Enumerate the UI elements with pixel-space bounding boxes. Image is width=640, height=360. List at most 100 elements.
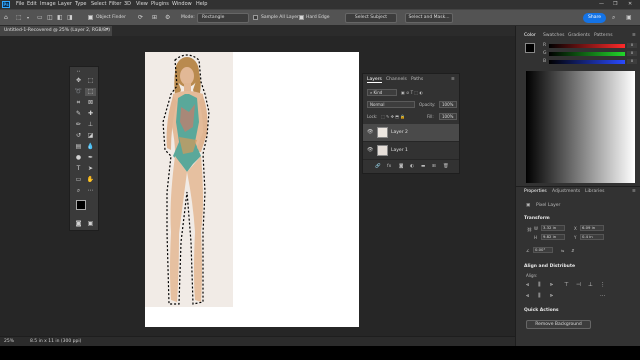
quick-mask-icon[interactable]: ◙ [73, 220, 84, 228]
fg-color-preview[interactable] [525, 43, 535, 53]
move-tool-icon[interactable]: ✥ [73, 77, 84, 85]
flip-horizontal-icon[interactable]: ⇋ [561, 248, 564, 253]
document-canvas[interactable] [145, 52, 359, 327]
close-window-icon[interactable]: ✕ [628, 1, 632, 7]
object-finder-checkbox[interactable] [88, 15, 93, 20]
panel-menu-icon[interactable]: ≡ [632, 189, 636, 194]
foreground-color-swatch[interactable] [76, 200, 86, 210]
tab-swatches[interactable]: Swatches [543, 33, 565, 38]
tab-patterns[interactable]: Patterns [594, 33, 613, 38]
red-value[interactable]: 0 [627, 43, 637, 48]
layer-name[interactable]: Layer 2 [391, 130, 408, 135]
fill-field[interactable]: 100% [439, 113, 457, 120]
object-selection-tool-icon[interactable]: ⬚ [16, 15, 22, 21]
search-icon[interactable]: ⌕ [612, 15, 615, 21]
intersect-selection-icon[interactable]: ◨ [67, 15, 73, 21]
show-objects-icon[interactable]: ⊞ [152, 15, 157, 21]
more-tools-icon[interactable]: ⋯ [85, 187, 96, 195]
type-tool-icon[interactable]: T [73, 165, 84, 173]
menu-layer[interactable]: Layer [58, 1, 72, 7]
object-selection-tool-icon[interactable]: ⬚ [85, 88, 96, 96]
pen-tool-icon[interactable]: ✒ [85, 154, 96, 162]
menu-filter[interactable]: Filter [109, 1, 121, 7]
link-dimensions-icon[interactable]: ⛓ [527, 227, 532, 232]
menu-3d[interactable]: 3D [124, 1, 131, 7]
x-field[interactable]: 6.09 in [580, 225, 604, 231]
green-slider[interactable] [549, 52, 625, 56]
add-mask-icon[interactable]: ◙ [399, 164, 403, 169]
red-slider[interactable] [549, 44, 625, 48]
distribute-right-icon[interactable]: ⫸ [550, 293, 553, 300]
distribute-center-icon[interactable]: ⫼ [538, 293, 541, 300]
select-subject-button[interactable]: Select Subject [345, 13, 397, 23]
mode-select[interactable]: Rectangle [197, 13, 249, 23]
tab-gradients[interactable]: Gradients [568, 33, 590, 38]
menu-window[interactable]: Window [172, 1, 192, 7]
menu-plugins[interactable]: Plugins [151, 1, 169, 7]
workspace-icon[interactable]: ▣ [626, 15, 632, 21]
layer-name[interactable]: Layer 1 [391, 148, 408, 153]
maximize-icon[interactable]: ❐ [613, 1, 617, 7]
menu-image[interactable]: Image [40, 1, 56, 7]
clone-stamp-icon[interactable]: ⊥ [85, 121, 96, 129]
menu-type[interactable]: Type [75, 1, 86, 7]
align-center-v-icon[interactable]: ⊣ [576, 282, 581, 288]
green-value[interactable]: 0 [627, 51, 637, 56]
blend-mode-select[interactable]: Normal [367, 101, 415, 108]
menu-view[interactable]: View [136, 1, 148, 7]
blue-value[interactable]: 0 [627, 59, 637, 64]
align-center-h-icon[interactable]: ⫼ [538, 282, 541, 289]
layer-row-layer-1[interactable]: 👁 Layer 1 [363, 142, 459, 160]
toolbox-grip-icon[interactable]: •• [73, 69, 84, 73]
fx-icon[interactable]: fx [387, 164, 391, 169]
share-button[interactable]: Share [583, 13, 606, 23]
tab-channels[interactable]: Channels [386, 77, 407, 82]
crop-tool-icon[interactable]: ⌗ [73, 99, 84, 107]
filter-icons[interactable]: ▣ ⊘ T ⬚ ◐ [401, 90, 423, 95]
distribute-left-icon[interactable]: ⫷ [526, 293, 529, 300]
filter-kind-select[interactable]: ⌕ Kind [367, 89, 397, 96]
tab-layers[interactable]: Layers [367, 77, 382, 83]
refresh-icon[interactable]: ⟳ [138, 15, 143, 21]
menu-help[interactable]: Help [196, 1, 207, 7]
align-right-icon[interactable]: ⫸ [550, 282, 553, 289]
sample-all-layers-checkbox[interactable] [253, 15, 258, 20]
more-options-icon[interactable]: ⋯ [600, 293, 606, 299]
select-and-mask-button[interactable]: Select and Mask... [405, 13, 453, 23]
path-selection-icon[interactable]: ➤ [85, 165, 96, 173]
menu-edit[interactable]: Edit [27, 1, 37, 7]
zoom-tool-icon[interactable]: ⌕ [73, 187, 84, 195]
new-selection-icon[interactable]: ▭ [37, 15, 43, 21]
chevron-down-icon[interactable]: ▾ [27, 15, 29, 21]
align-top-icon[interactable]: ⊤ [564, 282, 569, 288]
zoom-level[interactable]: 25% [4, 339, 14, 344]
delete-layer-icon[interactable]: 🗑 [443, 164, 449, 169]
align-section-title[interactable]: Align and Distribute [524, 264, 575, 269]
document-info[interactable]: 8.5 in x 11 in (300 ppi) [30, 339, 81, 344]
panel-menu-icon[interactable]: ≡ [451, 77, 455, 82]
hand-tool-icon[interactable]: ✋ [85, 176, 96, 184]
y-field[interactable]: 0.4 in [580, 234, 604, 240]
model-photo-layer[interactable] [145, 52, 233, 307]
rectangle-tool-icon[interactable]: ▭ [73, 176, 84, 184]
quick-actions-title[interactable]: Quick Actions [524, 308, 559, 313]
healing-brush-icon[interactable]: ✚ [85, 110, 96, 118]
blur-tool-icon[interactable]: 💧 [85, 143, 96, 151]
lock-icons[interactable]: ⬚ ✎ ✥ ⬒ 🔒 [381, 114, 405, 119]
document-tab[interactable]: Untitled-1-Recovered @ 25% (Layer 2, RGB… [0, 26, 112, 36]
close-tab-icon[interactable]: ✕ [105, 26, 109, 36]
frame-tool-icon[interactable]: ⊠ [85, 99, 96, 107]
tab-adjustments[interactable]: Adjustments [552, 189, 580, 194]
hard-edge-checkbox[interactable] [299, 15, 304, 20]
eyedropper-tool-icon[interactable]: ✎ [73, 110, 84, 118]
settings-gear-icon[interactable]: ⚙ [165, 15, 170, 21]
height-field[interactable]: 9.82 in [541, 234, 565, 240]
new-group-icon[interactable]: ▬ [421, 164, 425, 169]
menu-select[interactable]: Select [91, 1, 106, 7]
opacity-field[interactable]: 100% [439, 101, 457, 108]
flip-vertical-icon[interactable]: ⇵ [571, 248, 574, 253]
artboard-tool-icon[interactable]: ⬚ [85, 77, 96, 85]
distribute-icon[interactable]: ⋮ [600, 282, 606, 288]
transform-section-title[interactable]: Transform [524, 216, 550, 221]
tab-paths[interactable]: Paths [411, 77, 423, 82]
